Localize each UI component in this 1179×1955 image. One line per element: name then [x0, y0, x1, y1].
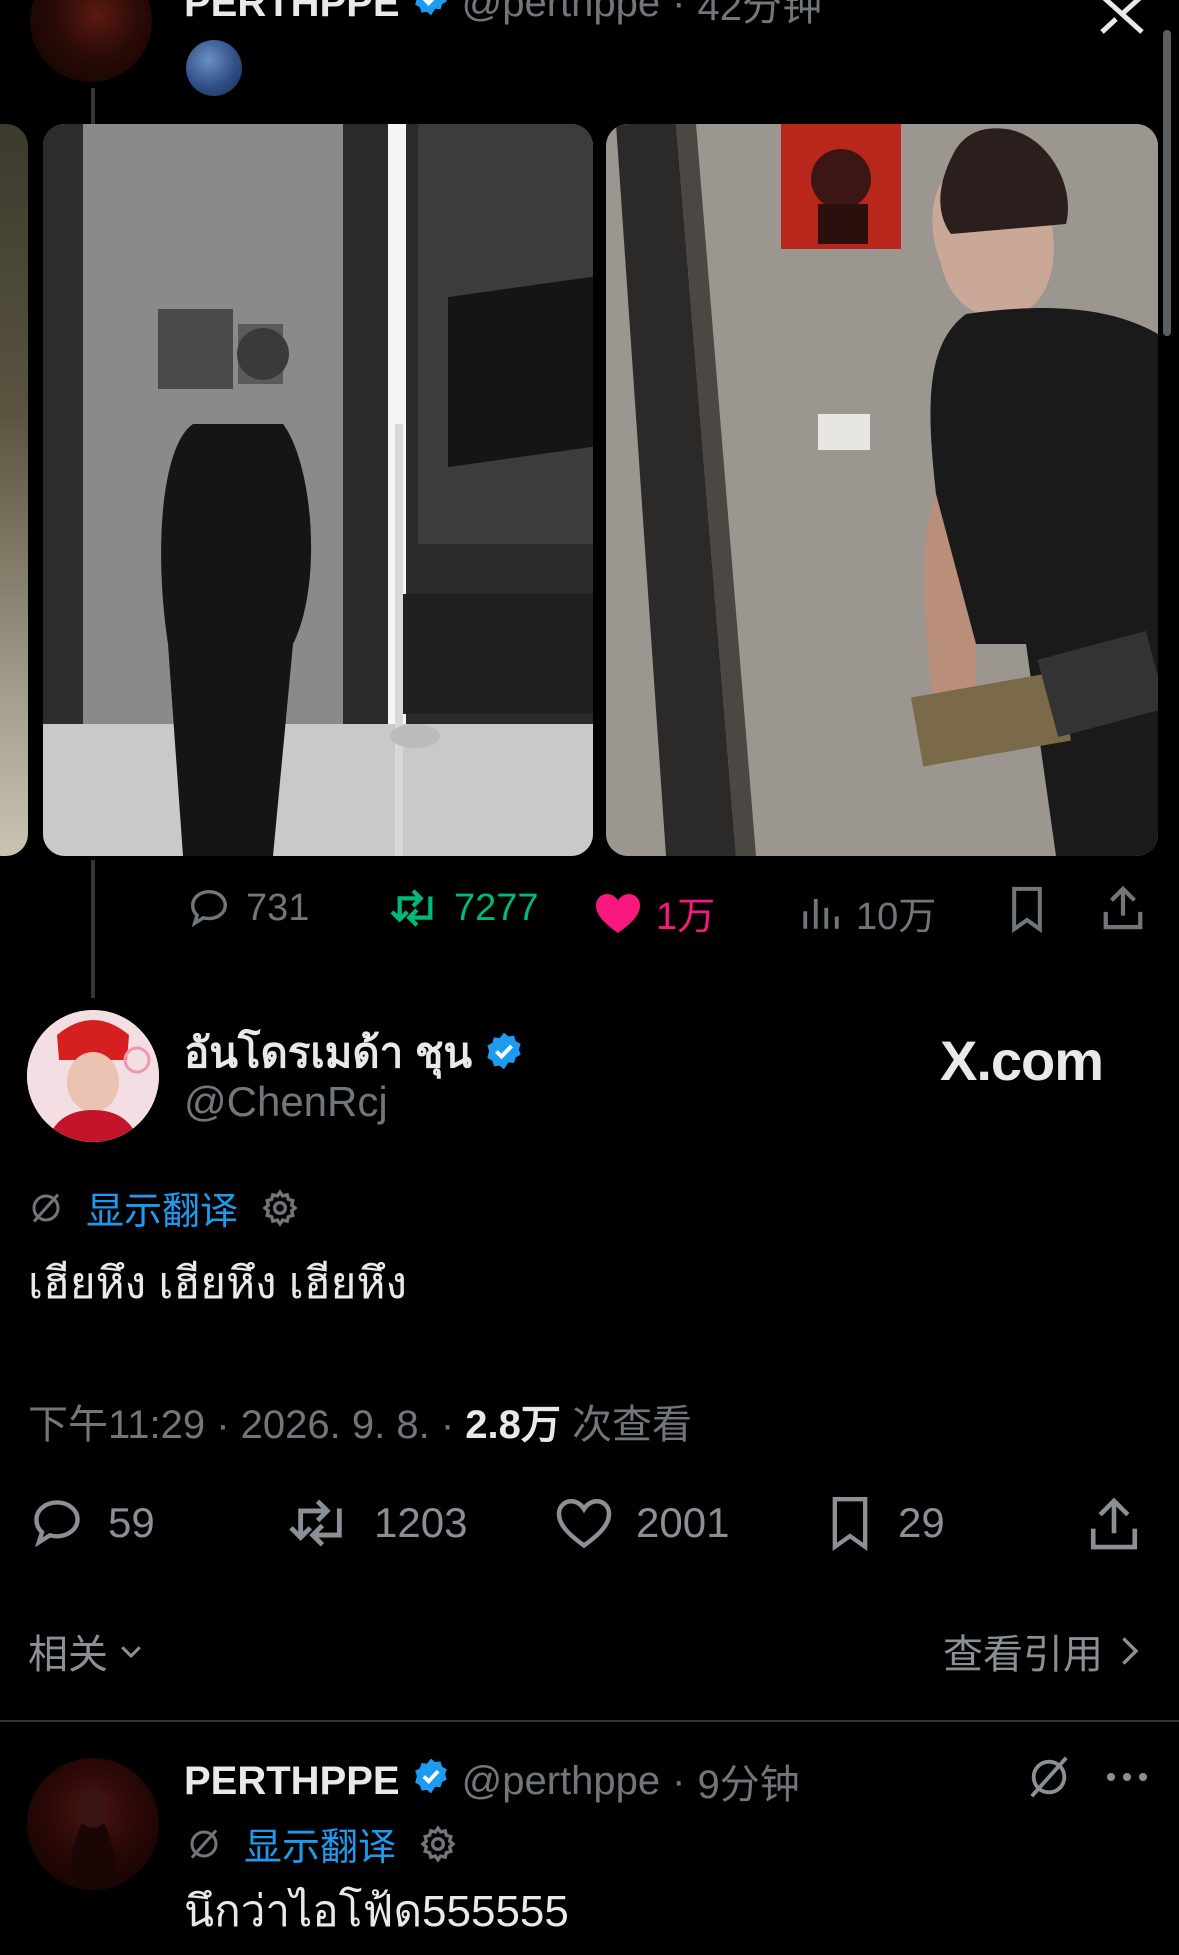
bookmark-icon	[1012, 886, 1042, 934]
view-quotes-label: 查看引用	[943, 1633, 1103, 1677]
main-views-suffix: 次查看	[572, 1403, 693, 1447]
top-tweet-avatar[interactable]	[30, 0, 152, 82]
main-tweet-text: เฮียหึง เฮียหึง เฮียหึง	[28, 1259, 407, 1308]
main-reply-button[interactable]: 59	[28, 1494, 155, 1552]
settings-gear-icon[interactable]	[418, 1824, 458, 1864]
top-like-button[interactable]: 1万	[594, 885, 715, 940]
view-quotes-link[interactable]: 查看引用	[943, 1622, 1143, 1680]
carousel-photo-partial[interactable]	[0, 124, 28, 856]
views-bar-chart-icon	[803, 898, 839, 929]
reply-translate-row: 显示翻译	[186, 1816, 458, 1871]
top-share-button[interactable]	[1100, 883, 1146, 938]
carousel-photo-2[interactable]	[606, 124, 1158, 856]
bookmark-icon	[832, 1497, 868, 1552]
main-tweet-name[interactable]: อันโดรเมด้า ชุน	[184, 1020, 472, 1086]
main-like-button[interactable]: 2001	[554, 1494, 729, 1552]
section-divider	[0, 1720, 1179, 1722]
moon-emoji-icon	[186, 40, 242, 96]
main-translate-link[interactable]: 显示翻译	[86, 1180, 238, 1235]
reply-icon	[190, 889, 228, 928]
top-bookmark-button[interactable]	[1005, 885, 1049, 938]
verified-badge-icon	[412, 0, 450, 27]
grok-slash-icon[interactable]	[186, 1826, 222, 1862]
chevron-right-icon	[1122, 1637, 1139, 1665]
share-icon	[1103, 885, 1143, 930]
main-timestamp[interactable]: 下午11:29 · 2026. 9. 8. ·	[28, 1403, 454, 1447]
reply-time: 9分钟	[697, 1763, 800, 1807]
main-timestamp-row: 下午11:29 · 2026. 9. 8. · 2.8万 次查看	[28, 1392, 692, 1450]
x-com-watermark: X.com	[940, 1029, 1104, 1092]
reply-icon	[34, 1500, 80, 1548]
main-share-button[interactable]	[1086, 1494, 1142, 1559]
reply-grok-icon[interactable]	[1026, 1754, 1072, 1805]
main-retweet-count: 1203	[374, 1499, 468, 1546]
reply-header: PERTHPPE @perthppe · 9分钟	[184, 1752, 800, 1810]
carousel-photo-1[interactable]	[43, 124, 593, 856]
reply-name[interactable]: PERTHPPE	[184, 1759, 400, 1804]
top-retweet-button[interactable]: 7277	[390, 885, 539, 931]
top-reply-button[interactable]: 731	[186, 885, 309, 931]
heart-filled-icon	[596, 893, 640, 933]
main-reply-count: 59	[108, 1499, 155, 1546]
reply-avatar[interactable]	[27, 1758, 159, 1890]
grok-slash-icon[interactable]	[28, 1190, 64, 1226]
more-options-icon[interactable]	[1104, 1770, 1150, 1789]
top-reply-count: 731	[246, 886, 310, 929]
main-translate-row: 显示翻译	[28, 1180, 300, 1235]
main-retweet-button[interactable]: 1203	[288, 1494, 467, 1552]
top-views-count: 10万	[856, 896, 937, 938]
related-label: 相关	[28, 1633, 108, 1677]
main-tweet-name-row: อันโดรเมด้า ชุน	[184, 1020, 524, 1086]
main-views-count: 2.8万	[465, 1403, 561, 1447]
main-like-count: 2001	[636, 1499, 730, 1546]
reply-translate-link[interactable]: 显示翻译	[244, 1816, 396, 1871]
top-tweet-handle[interactable]: @perthppe	[462, 0, 661, 26]
top-tweet-time: 42分钟	[697, 0, 822, 29]
top-tweet-name[interactable]: PERTHPPE	[184, 0, 400, 26]
top-tweet-header: PERTHPPE @perthppe · 42分钟	[184, 0, 822, 29]
verified-badge-icon	[412, 1757, 450, 1805]
dot-separator: ·	[672, 0, 686, 25]
main-tweet-handle[interactable]: @ChenRcj	[184, 1078, 388, 1126]
settings-gear-icon[interactable]	[260, 1188, 300, 1228]
thread-line-middle	[91, 860, 95, 998]
grok-x-icon[interactable]	[1096, 0, 1148, 41]
retweet-icon	[289, 1499, 342, 1547]
reply-handle[interactable]: @perthppe	[462, 1759, 661, 1804]
top-retweet-count: 7277	[454, 886, 539, 929]
heart-outline-icon	[556, 1498, 612, 1549]
top-views-button[interactable]: 10万	[800, 885, 936, 940]
thread-line-top	[91, 88, 95, 124]
reply-text: นึกว่าไอโฟ้ด555555	[184, 1887, 569, 1936]
chevron-down-icon	[121, 1646, 141, 1659]
share-icon	[1090, 1497, 1138, 1550]
scrollbar-thumb[interactable]	[1163, 30, 1171, 336]
main-bookmark-button[interactable]: 29	[824, 1494, 945, 1552]
main-tweet-avatar[interactable]	[27, 1010, 159, 1142]
related-dropdown[interactable]: 相关	[28, 1622, 146, 1680]
dot-separator: ·	[672, 1758, 686, 1803]
top-like-count: 1万	[656, 896, 716, 938]
main-bookmark-count: 29	[898, 1499, 945, 1546]
verified-badge-icon	[484, 1031, 524, 1076]
retweet-icon	[390, 889, 433, 927]
